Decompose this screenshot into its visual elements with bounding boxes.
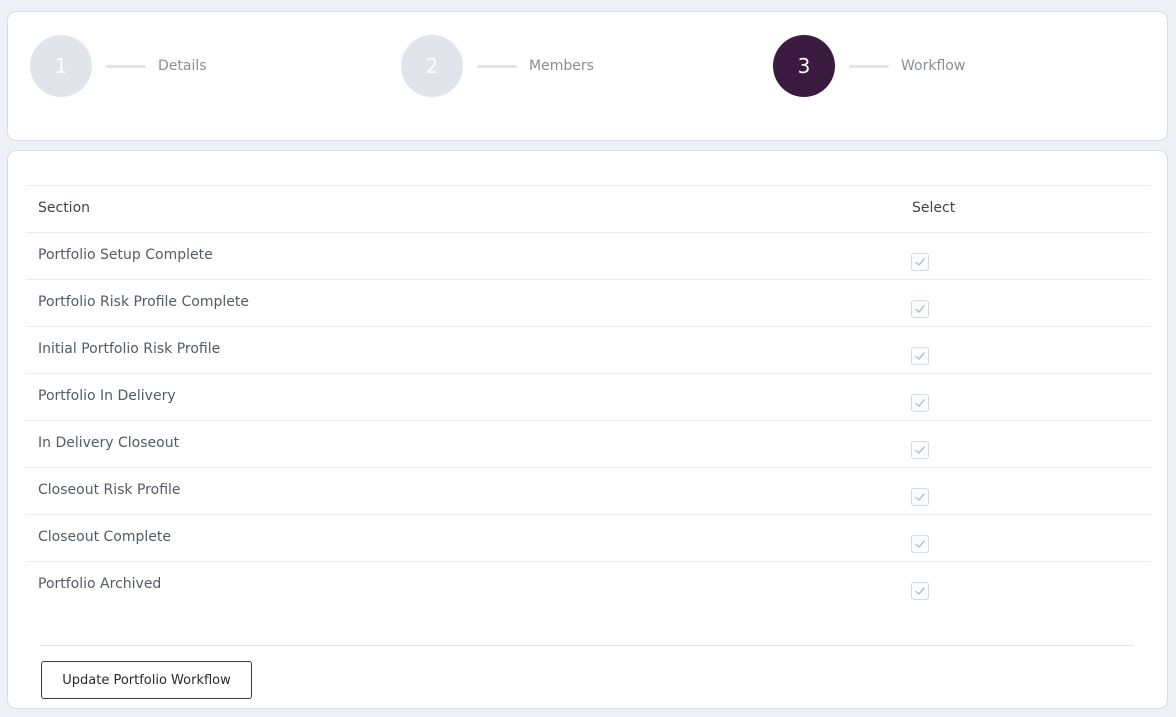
table-body: Portfolio Setup Complete Portfolio Risk P… — [26, 232, 1151, 608]
step-number-circle: 2 — [401, 35, 463, 97]
select-checkbox[interactable] — [911, 394, 929, 412]
section-name: Portfolio Risk Profile Complete — [38, 294, 249, 310]
section-name: In Delivery Closeout — [38, 435, 180, 451]
select-checkbox[interactable] — [911, 535, 929, 553]
step-members[interactable]: 2 Members — [401, 35, 594, 97]
divider — [41, 645, 1134, 646]
stepper-card: 1 Details 2 Members 3 Workflow — [7, 11, 1168, 141]
table-row: Portfolio Risk Profile Complete — [26, 279, 1151, 326]
select-checkbox[interactable] — [911, 347, 929, 365]
section-name: Portfolio Setup Complete — [38, 247, 213, 263]
step-label: Workflow — [901, 58, 966, 74]
select-checkbox[interactable] — [911, 582, 929, 600]
column-header-select: Select — [912, 200, 956, 216]
checkmark-icon — [915, 352, 925, 360]
column-header-section: Section — [38, 200, 91, 216]
step-connector-line — [849, 64, 889, 68]
step-number-circle: 3 — [773, 35, 835, 97]
table-row: In Delivery Closeout — [26, 420, 1151, 467]
step-workflow[interactable]: 3 Workflow — [773, 35, 965, 97]
section-name: Portfolio Archived — [38, 576, 162, 592]
section-name: Initial Portfolio Risk Profile — [38, 341, 221, 357]
table-row: Closeout Risk Profile — [26, 467, 1151, 514]
checkmark-icon — [915, 258, 925, 266]
checkmark-icon — [915, 493, 925, 501]
table-row: Portfolio Setup Complete — [26, 232, 1151, 279]
step-label: Details — [158, 58, 207, 74]
section-name: Portfolio In Delivery — [38, 388, 176, 404]
step-connector-line — [477, 64, 517, 68]
checkmark-icon — [915, 305, 925, 313]
table-row: Portfolio Archived — [26, 561, 1151, 608]
table-row: Portfolio In Delivery — [26, 373, 1151, 420]
table-header-row: Section Select — [26, 185, 1151, 232]
step-number-circle: 1 — [30, 35, 92, 97]
select-checkbox[interactable] — [911, 253, 929, 271]
workflow-table: Section Select Portfolio Setup Complete P… — [26, 185, 1151, 608]
checkmark-icon — [915, 540, 925, 548]
section-name: Closeout Risk Profile — [38, 482, 181, 498]
update-portfolio-workflow-button[interactable]: Update Portfolio Workflow — [41, 661, 252, 699]
select-checkbox[interactable] — [911, 300, 929, 318]
step-label: Members — [529, 58, 594, 74]
checkmark-icon — [915, 587, 925, 595]
table-row: Initial Portfolio Risk Profile — [26, 326, 1151, 373]
step-connector-line — [106, 64, 146, 68]
section-name: Closeout Complete — [38, 529, 171, 545]
step-details[interactable]: 1 Details — [30, 35, 207, 97]
checkmark-icon — [915, 399, 925, 407]
checkmark-icon — [915, 446, 925, 454]
table-row: Closeout Complete — [26, 514, 1151, 561]
select-checkbox[interactable] — [911, 441, 929, 459]
workflow-table-card: Section Select Portfolio Setup Complete P… — [7, 150, 1168, 709]
select-checkbox[interactable] — [911, 488, 929, 506]
